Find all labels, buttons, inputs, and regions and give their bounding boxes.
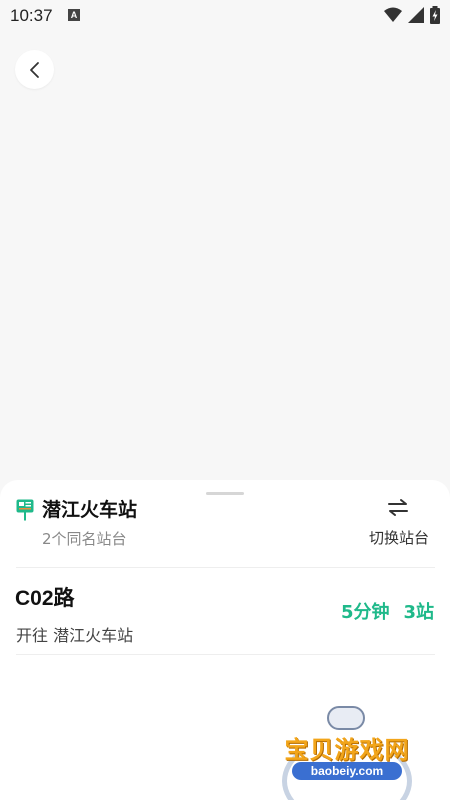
eta-stops: 3站	[403, 602, 434, 623]
route-card[interactable]: C02路 开往 潜江火车站 5分钟 3站	[0, 568, 450, 654]
station-subtitle: 2个同名站台	[42, 530, 127, 548]
drag-handle[interactable]	[206, 492, 244, 495]
switch-platform-label: 切换站台	[368, 529, 429, 547]
chevron-left-icon	[29, 61, 39, 78]
wifi-icon	[384, 7, 402, 22]
signal-icon	[408, 7, 424, 23]
watermark-text: 宝贝游戏网	[284, 736, 410, 764]
station-name: 潜江火车站	[42, 499, 138, 521]
status-icons	[384, 6, 440, 24]
switch-platform-button[interactable]: 切换站台	[364, 496, 434, 548]
divider	[16, 654, 435, 655]
watermark-logo: 宝贝游戏网 baobeiy.com	[272, 706, 422, 800]
status-bar: 10:37 A	[0, 0, 450, 32]
back-button[interactable]	[15, 50, 54, 89]
route-eta: 5分钟 3站	[341, 598, 434, 624]
battery-charging-icon	[430, 6, 440, 24]
gamepad-icon	[327, 706, 365, 730]
route-name: C02路	[15, 587, 75, 610]
a-notification-icon: A	[68, 9, 80, 21]
bus-stop-icon	[16, 499, 34, 521]
eta-minutes: 5分钟	[340, 602, 390, 623]
route-direction: 开往 潜江火车站	[16, 626, 134, 645]
watermark-url: baobeiy.com	[292, 762, 402, 780]
swap-arrows-icon	[388, 499, 408, 516]
status-time: 10:37	[10, 6, 53, 25]
